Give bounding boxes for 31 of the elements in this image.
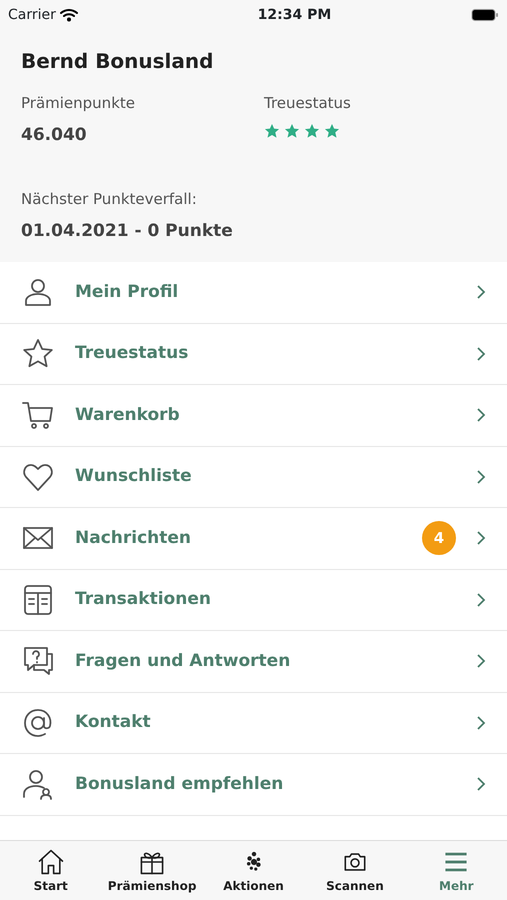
- chevron-icon: [476, 346, 486, 362]
- tab-item[interactable]: Aktionen: [202, 841, 304, 900]
- expiry-value: 01.04.2021 - 0 Punkte: [21, 220, 234, 242]
- ledger-icon: [21, 582, 55, 617]
- star-icon: [264, 122, 280, 138]
- star-icon: [304, 122, 320, 138]
- chevron-icon: [476, 284, 486, 300]
- wifi-icon: [60, 8, 78, 22]
- star-icon: [284, 122, 300, 138]
- chevron-icon: [476, 468, 486, 485]
- expiry-label: Nächster Punkteverfall:: [21, 189, 198, 210]
- tab-item[interactable]: Prämienshop: [101, 841, 203, 900]
- count-badge: 4: [422, 521, 456, 556]
- profile-name: Bernd Bonusland: [21, 48, 214, 75]
- status-time: 12:34 PM: [258, 6, 332, 24]
- chevron-icon: [476, 653, 486, 670]
- battery-icon: [471, 8, 499, 22]
- carrier-name: Carrier: [8, 6, 56, 24]
- status-label: Treuestatus: [264, 93, 351, 114]
- chevron-icon: [476, 530, 486, 546]
- chevron-icon: [476, 592, 486, 608]
- chevron-icon: [476, 776, 486, 792]
- tab-item[interactable]: Mehr: [406, 841, 507, 900]
- chevron-icon: [476, 714, 486, 731]
- tab-item[interactable]: Scannen: [304, 841, 406, 900]
- chevron-icon: [476, 407, 486, 424]
- points-label: Prämienpunkte: [21, 93, 136, 114]
- tab-item[interactable]: Start: [0, 841, 102, 900]
- points-value: 46.040: [21, 124, 88, 146]
- star-icon: [324, 122, 340, 138]
- people-icon: [21, 767, 55, 802]
